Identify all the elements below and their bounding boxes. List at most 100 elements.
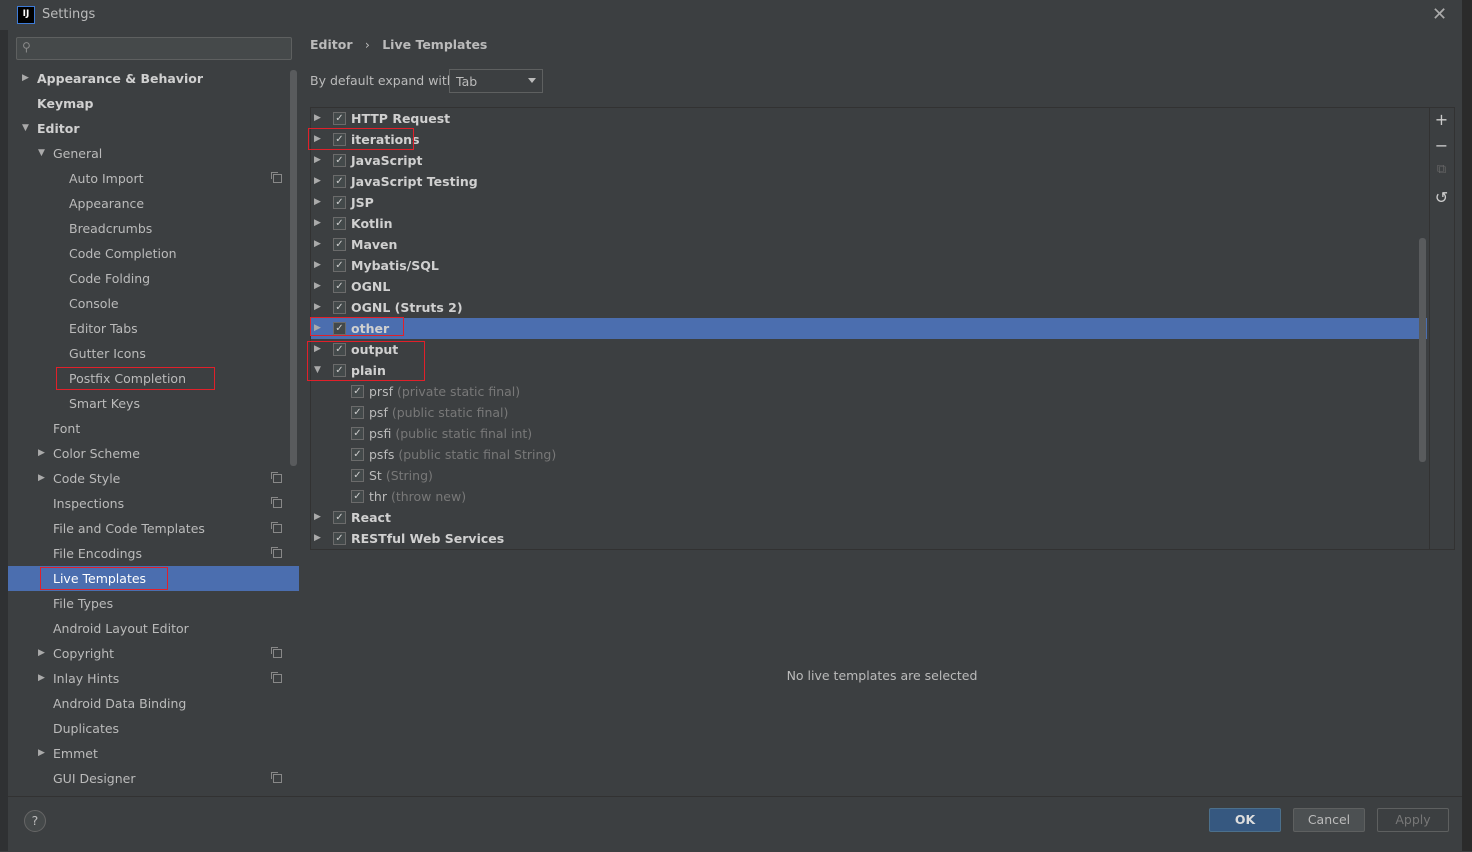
- collapsed-arrow-icon[interactable]: ▶: [314, 192, 321, 213]
- collapsed-arrow-icon[interactable]: ▶: [314, 171, 321, 192]
- template-row[interactable]: ✓ psfi (public static final int): [311, 423, 1427, 444]
- checkbox[interactable]: ✓: [333, 238, 346, 251]
- sidebar-item[interactable]: ▶ Inlay Hints: [8, 666, 299, 691]
- sidebar-item[interactable]: Code Folding: [8, 266, 299, 291]
- collapsed-arrow-icon[interactable]: ▶: [314, 108, 321, 129]
- collapsed-arrow-icon[interactable]: ▶: [38, 741, 45, 766]
- checkbox[interactable]: ✓: [333, 322, 346, 335]
- collapsed-arrow-icon[interactable]: ▶: [314, 213, 321, 234]
- restore-icon[interactable]: ↺: [1429, 188, 1454, 207]
- collapsed-arrow-icon[interactable]: ▶: [38, 466, 45, 491]
- checkbox[interactable]: ✓: [351, 406, 364, 419]
- checkbox[interactable]: ✓: [351, 427, 364, 440]
- copy-icon[interactable]: ⧉: [1429, 162, 1454, 177]
- sidebar-item[interactable]: ▶ Code Style: [8, 466, 299, 491]
- sidebar-item[interactable]: Android Data Binding: [8, 691, 299, 716]
- checkbox[interactable]: ✓: [333, 196, 346, 209]
- close-icon[interactable]: ✕: [1432, 4, 1447, 25]
- template-group-row[interactable]: ▶ ✓ OGNL (Struts 2): [311, 297, 1427, 318]
- sidebar-item[interactable]: Auto Import: [8, 166, 299, 191]
- template-row[interactable]: ✓ psfs (public static final String): [311, 444, 1427, 465]
- sidebar-item[interactable]: Gutter Icons: [8, 341, 299, 366]
- sidebar-item[interactable]: ▼ General: [8, 141, 299, 166]
- sidebar-item[interactable]: Inspections: [8, 491, 299, 516]
- template-group-row[interactable]: ▶ ✓ HTTP Request: [311, 108, 1427, 129]
- template-group-row[interactable]: ▶ ✓ RESTful Web Services: [311, 528, 1427, 549]
- checkbox[interactable]: ✓: [333, 112, 346, 125]
- checkbox[interactable]: ✓: [333, 259, 346, 272]
- template-group-row[interactable]: ▶ ✓ OGNL: [311, 276, 1427, 297]
- checkbox[interactable]: ✓: [333, 364, 346, 377]
- template-group-row[interactable]: ▶ ✓ JSP: [311, 192, 1427, 213]
- sidebar-item[interactable]: Android Layout Editor: [8, 616, 299, 641]
- expanded-arrow-icon[interactable]: ▼: [314, 360, 321, 381]
- sidebar-item[interactable]: Console: [8, 291, 299, 316]
- template-group-row[interactable]: ▶ ✓ output: [311, 339, 1427, 360]
- checkbox[interactable]: ✓: [351, 469, 364, 482]
- checkbox[interactable]: ✓: [333, 511, 346, 524]
- collapsed-arrow-icon[interactable]: ▶: [38, 641, 45, 666]
- collapsed-arrow-icon[interactable]: ▶: [314, 507, 321, 528]
- help-button[interactable]: ?: [24, 810, 46, 832]
- checkbox[interactable]: ✓: [351, 448, 364, 461]
- expand-with-dropdown[interactable]: Tab: [449, 69, 543, 93]
- checkbox[interactable]: ✓: [351, 385, 364, 398]
- collapsed-arrow-icon[interactable]: ▶: [314, 528, 321, 549]
- sidebar-item[interactable]: Smart Keys: [8, 391, 299, 416]
- add-icon[interactable]: +: [1429, 110, 1454, 129]
- sidebar-item[interactable]: Duplicates: [8, 716, 299, 741]
- sidebar-item[interactable]: Editor Tabs: [8, 316, 299, 341]
- sidebar-item[interactable]: ▶ Appearance & Behavior: [8, 66, 299, 91]
- sidebar-item[interactable]: ▶ Emmet: [8, 741, 299, 766]
- collapsed-arrow-icon[interactable]: ▶: [314, 255, 321, 276]
- checkbox[interactable]: ✓: [333, 343, 346, 356]
- checkbox[interactable]: ✓: [351, 490, 364, 503]
- template-group-row[interactable]: ▼ ✓ plain: [311, 360, 1427, 381]
- search-input[interactable]: ⚲: [16, 37, 292, 60]
- sidebar-item[interactable]: Live Templates: [8, 566, 299, 591]
- ok-button[interactable]: OK: [1209, 808, 1281, 832]
- sidebar-item[interactable]: ▶ Color Scheme: [8, 441, 299, 466]
- template-group-row[interactable]: ▶ ✓ React: [311, 507, 1427, 528]
- template-group-row[interactable]: ▶ ✓ Mybatis/SQL: [311, 255, 1427, 276]
- sidebar-item[interactable]: File Types: [8, 591, 299, 616]
- sidebar-item[interactable]: GUI Designer: [8, 766, 299, 791]
- checkbox[interactable]: ✓: [333, 217, 346, 230]
- sidebar-item[interactable]: ▶ Copyright: [8, 641, 299, 666]
- collapsed-arrow-icon[interactable]: ▶: [22, 66, 29, 91]
- template-row[interactable]: ✓ psf (public static final): [311, 402, 1427, 423]
- sidebar-item[interactable]: File and Code Templates: [8, 516, 299, 541]
- checkbox[interactable]: ✓: [333, 280, 346, 293]
- collapsed-arrow-icon[interactable]: ▶: [314, 234, 321, 255]
- breadcrumb-parent[interactable]: Editor: [310, 37, 353, 52]
- cancel-button[interactable]: Cancel: [1293, 808, 1365, 832]
- checkbox[interactable]: ✓: [333, 301, 346, 314]
- expanded-arrow-icon[interactable]: ▼: [38, 141, 45, 166]
- collapsed-arrow-icon[interactable]: ▶: [314, 339, 321, 360]
- apply-button[interactable]: Apply: [1377, 808, 1449, 832]
- template-group-row[interactable]: ▶ ✓ Kotlin: [311, 213, 1427, 234]
- sidebar-item[interactable]: Appearance: [8, 191, 299, 216]
- collapsed-arrow-icon[interactable]: ▶: [38, 441, 45, 466]
- checkbox[interactable]: ✓: [333, 532, 346, 545]
- sidebar-item[interactable]: Keymap: [8, 91, 299, 116]
- sidebar-scrollbar[interactable]: [290, 70, 297, 466]
- checkbox[interactable]: ✓: [333, 133, 346, 146]
- template-group-row[interactable]: ▶ ✓ JavaScript: [311, 150, 1427, 171]
- remove-icon[interactable]: −: [1429, 136, 1454, 155]
- collapsed-arrow-icon[interactable]: ▶: [314, 150, 321, 171]
- template-group-row[interactable]: ▶ ✓ Maven: [311, 234, 1427, 255]
- templates-scrollbar[interactable]: [1419, 238, 1426, 462]
- sidebar-item[interactable]: Font: [8, 416, 299, 441]
- checkbox[interactable]: ✓: [333, 154, 346, 167]
- collapsed-arrow-icon[interactable]: ▶: [314, 297, 321, 318]
- expanded-arrow-icon[interactable]: ▼: [22, 116, 29, 141]
- collapsed-arrow-icon[interactable]: ▶: [314, 276, 321, 297]
- template-group-row[interactable]: ▶ ✓ other: [311, 318, 1427, 339]
- collapsed-arrow-icon[interactable]: ▶: [38, 666, 45, 691]
- sidebar-item[interactable]: Code Completion: [8, 241, 299, 266]
- sidebar-item[interactable]: Postfix Completion: [8, 366, 299, 391]
- checkbox[interactable]: ✓: [333, 175, 346, 188]
- sidebar-item[interactable]: Breadcrumbs: [8, 216, 299, 241]
- collapsed-arrow-icon[interactable]: ▶: [314, 318, 321, 339]
